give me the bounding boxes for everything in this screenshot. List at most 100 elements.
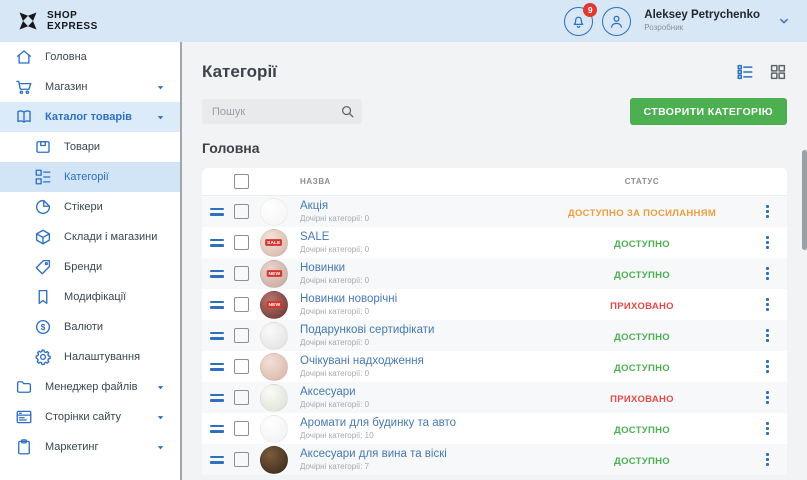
catalog-icon xyxy=(15,108,33,126)
kebab-menu-icon[interactable] xyxy=(766,298,769,311)
select-all-checkbox[interactable] xyxy=(234,174,249,189)
cart-icon xyxy=(15,78,33,96)
sidebar-item-settings[interactable]: Налаштування xyxy=(0,342,180,372)
sidebar-item-label: Модифікації xyxy=(64,291,126,303)
stickers-icon xyxy=(34,198,52,216)
kebab-menu-icon[interactable] xyxy=(766,422,769,435)
category-thumbnail xyxy=(260,198,288,226)
sidebar-item-warehouse[interactable]: Склади і магазини xyxy=(0,222,180,252)
search-input[interactable] xyxy=(202,99,362,124)
chevron-down-icon xyxy=(154,381,167,394)
category-name-link[interactable]: Очікувані надходження xyxy=(300,355,537,369)
kebab-menu-icon[interactable] xyxy=(766,267,769,280)
drag-handle[interactable] xyxy=(210,270,224,278)
row-checkbox[interactable] xyxy=(234,359,249,374)
drag-handle[interactable] xyxy=(210,456,224,464)
status-badge: ПРИХОВАНО xyxy=(610,394,674,405)
list-view-icon[interactable] xyxy=(736,63,754,81)
category-name-link[interactable]: Акція xyxy=(300,200,537,214)
category-name-link[interactable]: Подарункові сертифікати xyxy=(300,324,537,338)
sidebar-item-catalog[interactable]: Каталог товарів xyxy=(0,102,180,132)
thumbnail-badge: NEW xyxy=(266,301,281,308)
create-category-button[interactable]: СТВОРИТИ КАТЕГОРІЮ xyxy=(630,98,787,125)
status-column-header: СТАТУС xyxy=(537,177,747,186)
main-content: Категорії СТВОРИТИ КАТЕГОРІЮ Головна xyxy=(182,42,807,480)
view-toggles xyxy=(736,63,787,81)
category-name-link[interactable]: Новинки xyxy=(300,262,537,276)
notifications-button[interactable]: 9 xyxy=(564,7,593,36)
brands-icon xyxy=(34,258,52,276)
kebab-menu-icon[interactable] xyxy=(766,236,769,249)
thumbnail-badge: NEW xyxy=(266,270,281,277)
drag-handle[interactable] xyxy=(210,394,224,402)
category-children-count: Дочірні категорії: 7 xyxy=(300,462,537,472)
drag-handle[interactable] xyxy=(210,239,224,247)
title-row: Категорії xyxy=(202,60,787,84)
products-icon xyxy=(34,138,52,156)
sidebar-item-files[interactable]: Менеджер файлів xyxy=(0,372,180,402)
page-scrollbar-thumb[interactable] xyxy=(802,150,807,250)
category-children-count: Дочірні категорії: 0 xyxy=(300,338,537,348)
kebab-menu-icon[interactable] xyxy=(766,391,769,404)
row-checkbox[interactable] xyxy=(234,266,249,281)
drag-handle[interactable] xyxy=(210,363,224,371)
status-badge: ДОСТУПНО ЗА ПОСИЛАННЯМ xyxy=(568,208,716,219)
category-children-count: Дочірні категорії: 0 xyxy=(300,307,537,317)
row-checkbox[interactable] xyxy=(234,390,249,405)
drag-handle[interactable] xyxy=(210,425,224,433)
table-row: NEW Новинки новорічні Дочірні категорії:… xyxy=(202,289,787,320)
drag-handle[interactable] xyxy=(210,208,224,216)
sidebar-item-currency[interactable]: $ Валюти xyxy=(0,312,180,342)
table-row: SALE SALE Дочірні категорії: 0 ДОСТУПНО xyxy=(202,227,787,258)
kebab-menu-icon[interactable] xyxy=(766,360,769,373)
kebab-menu-icon[interactable] xyxy=(766,205,769,218)
chevron-down-icon xyxy=(154,411,167,424)
category-name-link[interactable]: SALE xyxy=(300,231,537,245)
row-checkbox[interactable] xyxy=(234,297,249,312)
sidebar-item-cart[interactable]: Магазин xyxy=(0,72,180,102)
row-checkbox[interactable] xyxy=(234,328,249,343)
sidebar-item-label: Сторінки сайту xyxy=(45,411,121,423)
sidebar-item-categories[interactable]: Категорії xyxy=(0,162,180,192)
currency-icon: $ xyxy=(34,318,52,336)
sidebar-item-pages[interactable]: Сторінки сайту xyxy=(0,402,180,432)
row-checkbox[interactable] xyxy=(234,452,249,467)
categories-table: НАЗВА СТАТУС Акція Дочірні категорії: 0 … xyxy=(202,168,787,475)
user-info[interactable]: Aleksey Petrychenko Розробник xyxy=(644,9,760,32)
header-right: 9 Aleksey Petrychenko Розробник xyxy=(564,7,791,36)
category-name-link[interactable]: Аксесуари xyxy=(300,386,537,400)
sidebar-item-home[interactable]: Головна xyxy=(0,42,180,72)
brand-name: SHOP EXPRESS xyxy=(47,10,98,32)
category-children-count: Дочірні категорії: 0 xyxy=(300,369,537,379)
person-icon xyxy=(608,13,625,30)
sidebar-item-stickers[interactable]: Стікери xyxy=(0,192,180,222)
brand-line1: SHOP xyxy=(47,10,98,21)
row-checkbox[interactable] xyxy=(234,235,249,250)
user-menu-chevron-down-icon[interactable] xyxy=(777,14,791,28)
sidebar-item-brands[interactable]: Бренди xyxy=(0,252,180,282)
sidebar-item-label: Налаштування xyxy=(64,351,140,363)
drag-handle[interactable] xyxy=(210,332,224,340)
sidebar-item-products[interactable]: Товари xyxy=(0,132,180,162)
category-name-link[interactable]: Аксесуари для вина та віскі xyxy=(300,448,537,462)
sidebar-nav: Головна Магазин Каталог товарів Товари К… xyxy=(0,42,182,480)
row-checkbox[interactable] xyxy=(234,421,249,436)
profile-avatar-button[interactable] xyxy=(602,7,631,36)
row-checkbox[interactable] xyxy=(234,204,249,219)
kebab-menu-icon[interactable] xyxy=(766,453,769,466)
category-children-count: Дочірні категорії: 0 xyxy=(300,245,537,255)
controls-row: СТВОРИТИ КАТЕГОРІЮ xyxy=(202,98,787,125)
search-icon[interactable] xyxy=(340,104,355,119)
drag-handle[interactable] xyxy=(210,301,224,309)
category-name-link[interactable]: Аромати для будинку та авто xyxy=(300,417,537,431)
sidebar-item-marketing[interactable]: Маркетинг xyxy=(0,432,180,462)
category-thumbnail xyxy=(260,322,288,350)
kebab-menu-icon[interactable] xyxy=(766,329,769,342)
table-row: Подарункові сертифікати Дочірні категорі… xyxy=(202,320,787,351)
status-badge: ПРИХОВАНО xyxy=(610,301,674,312)
category-name-link[interactable]: Новинки новорічні xyxy=(300,293,537,307)
sidebar-item-modifications[interactable]: Модифікації xyxy=(0,282,180,312)
grid-view-icon[interactable] xyxy=(769,63,787,81)
modifications-icon xyxy=(34,288,52,306)
section-title: Головна xyxy=(202,140,787,156)
